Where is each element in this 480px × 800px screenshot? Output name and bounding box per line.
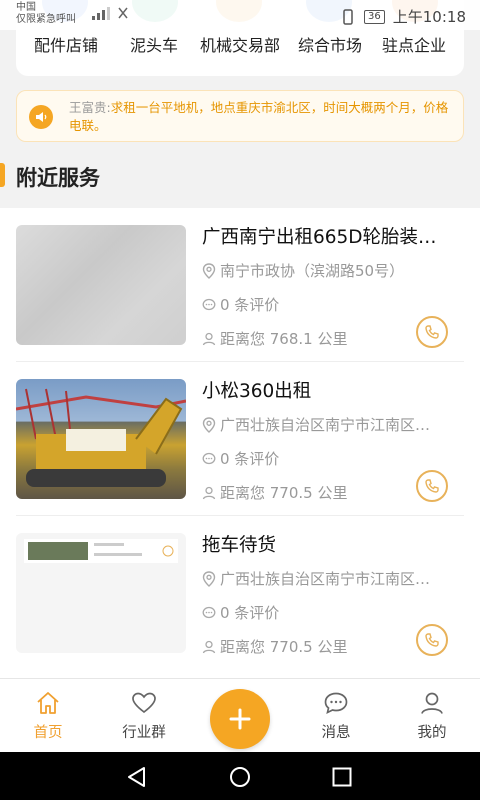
category-label: 驻点企业 [381, 36, 446, 55]
service-address: 广西壮族自治区南宁市江南区… [202, 414, 452, 435]
address-text: 南宁市政协（滨湖路50号） [220, 262, 405, 280]
address-text: 广西壮族自治区南宁市江南区… [220, 570, 431, 588]
status-bar: 中国 仅限紧急呼叫 36 上午10:18 [0, 0, 480, 30]
service-title: 小松360出租 [202, 381, 312, 402]
service-list: 广西南宁出租665D轮胎装… 南宁市政协（滨湖路50号） 0 条评价 距离您 7… [0, 208, 480, 678]
call-button[interactable] [416, 624, 448, 656]
carrier-name: 中国 [16, 2, 36, 13]
home-icon [37, 692, 59, 714]
section-accent-bar [0, 163, 5, 187]
add-post-button[interactable] [210, 689, 270, 749]
notice-user: 王富贵: [69, 100, 111, 115]
call-button[interactable] [416, 470, 448, 502]
back-button[interactable] [126, 766, 148, 792]
carrier-info: 中国 仅限紧急呼叫 [16, 2, 76, 26]
category-label: 机械交易部 [199, 36, 280, 55]
category-label: 综合市场 [297, 36, 362, 55]
comment-icon [202, 606, 216, 618]
location-pin-icon [202, 570, 216, 587]
phone-icon [425, 633, 439, 647]
service-title: 拖车待货 [202, 535, 277, 556]
no-signal-icon [118, 7, 128, 19]
status-icons-left [92, 6, 128, 20]
service-thumbnail [16, 379, 186, 499]
service-item[interactable]: 拖车待货 广西壮族自治区南宁市江南区… 0 条评价 距离您 770.5 公里 [0, 516, 480, 670]
service-thumbnail [16, 225, 186, 345]
service-item[interactable]: 广西南宁出租665D轮胎装… 南宁市政协（滨湖路50号） 0 条评价 距离您 7… [0, 208, 480, 362]
location-pin-icon [202, 262, 216, 279]
screenshot-thumbnail [24, 539, 178, 563]
back-triangle-icon [128, 767, 145, 787]
notice-text: 王富贵:求租一台平地机，地点重庆市渝北区，时间大概两个月，价格电联。 [69, 99, 453, 135]
service-address: 广西壮族自治区南宁市江南区… [202, 568, 452, 589]
category-label: 配件店铺 [33, 36, 98, 55]
chat-icon [324, 692, 348, 715]
phone-icon [425, 325, 439, 339]
status-time: 上午10:18 [392, 8, 466, 26]
service-reviews: 0 条评价 [202, 602, 452, 623]
user-icon [421, 692, 443, 714]
category-label: 泥头车 [129, 36, 178, 55]
bottom-tab-bar: 首页 行业群 消息 我的 [0, 678, 480, 752]
vibrate-icon [343, 8, 353, 25]
service-title: 广西南宁出租665D轮胎装… [202, 227, 437, 248]
service-reviews: 0 条评价 [202, 448, 452, 469]
recents-square-icon [332, 767, 352, 787]
distance-text: 距离您 768.1 公里 [220, 330, 348, 348]
tab-label: 行业群 [122, 725, 166, 741]
reviews-text: 0 条评价 [220, 604, 280, 622]
distance-text: 距离您 770.5 公里 [220, 484, 348, 502]
tab-label: 消息 [321, 725, 351, 741]
speaker-icon [29, 105, 53, 129]
service-thumbnail [16, 533, 186, 653]
distance-text: 距离您 770.5 公里 [220, 638, 348, 656]
home-button[interactable] [229, 766, 251, 792]
section-title: 附近服务 [16, 166, 100, 190]
service-distance: 距离您 770.5 公里 [202, 636, 452, 657]
heart-icon [132, 692, 156, 714]
comment-icon [202, 452, 216, 464]
signal-icon [92, 7, 110, 20]
person-icon [202, 332, 216, 345]
tab-label: 我的 [417, 725, 447, 741]
person-icon [202, 640, 216, 653]
call-button[interactable] [416, 316, 448, 348]
plus-icon [229, 708, 251, 730]
service-distance: 距离您 770.5 公里 [202, 482, 452, 503]
status-icons-right: 36 上午10:18 [340, 6, 466, 27]
notice-message: 求租一台平地机，地点重庆市渝北区，时间大概两个月，价格电联。 [69, 100, 449, 133]
service-address: 南宁市政协（滨湖路50号） [202, 260, 452, 281]
comment-icon [202, 298, 216, 310]
tab-groups[interactable]: 行业群 [104, 691, 184, 742]
service-distance: 距离您 768.1 公里 [202, 328, 452, 349]
system-nav-bar [0, 752, 480, 800]
notice-banner[interactable]: 王富贵:求租一台平地机，地点重庆市渝北区，时间大概两个月，价格电联。 [16, 90, 464, 142]
reviews-text: 0 条评价 [220, 296, 280, 314]
person-icon [202, 486, 216, 499]
battery-indicator: 36 [364, 9, 385, 24]
phone-icon [425, 479, 439, 493]
service-reviews: 0 条评价 [202, 294, 452, 315]
reviews-text: 0 条评价 [220, 450, 280, 468]
home-circle-icon [230, 767, 250, 787]
tab-mine[interactable]: 我的 [392, 691, 472, 742]
tab-home[interactable]: 首页 [8, 691, 88, 742]
excavator-photo [16, 388, 186, 487]
emergency-only-text: 仅限紧急呼叫 [16, 14, 76, 25]
service-item[interactable]: 小松360出租 广西壮族自治区南宁市江南区… 0 条评价 距离您 770.5 公… [0, 362, 480, 516]
recents-button[interactable] [331, 766, 353, 792]
tab-messages[interactable]: 消息 [296, 691, 376, 742]
address-text: 广西壮族自治区南宁市江南区… [220, 416, 431, 434]
tab-label: 首页 [33, 725, 63, 741]
location-pin-icon [202, 416, 216, 433]
